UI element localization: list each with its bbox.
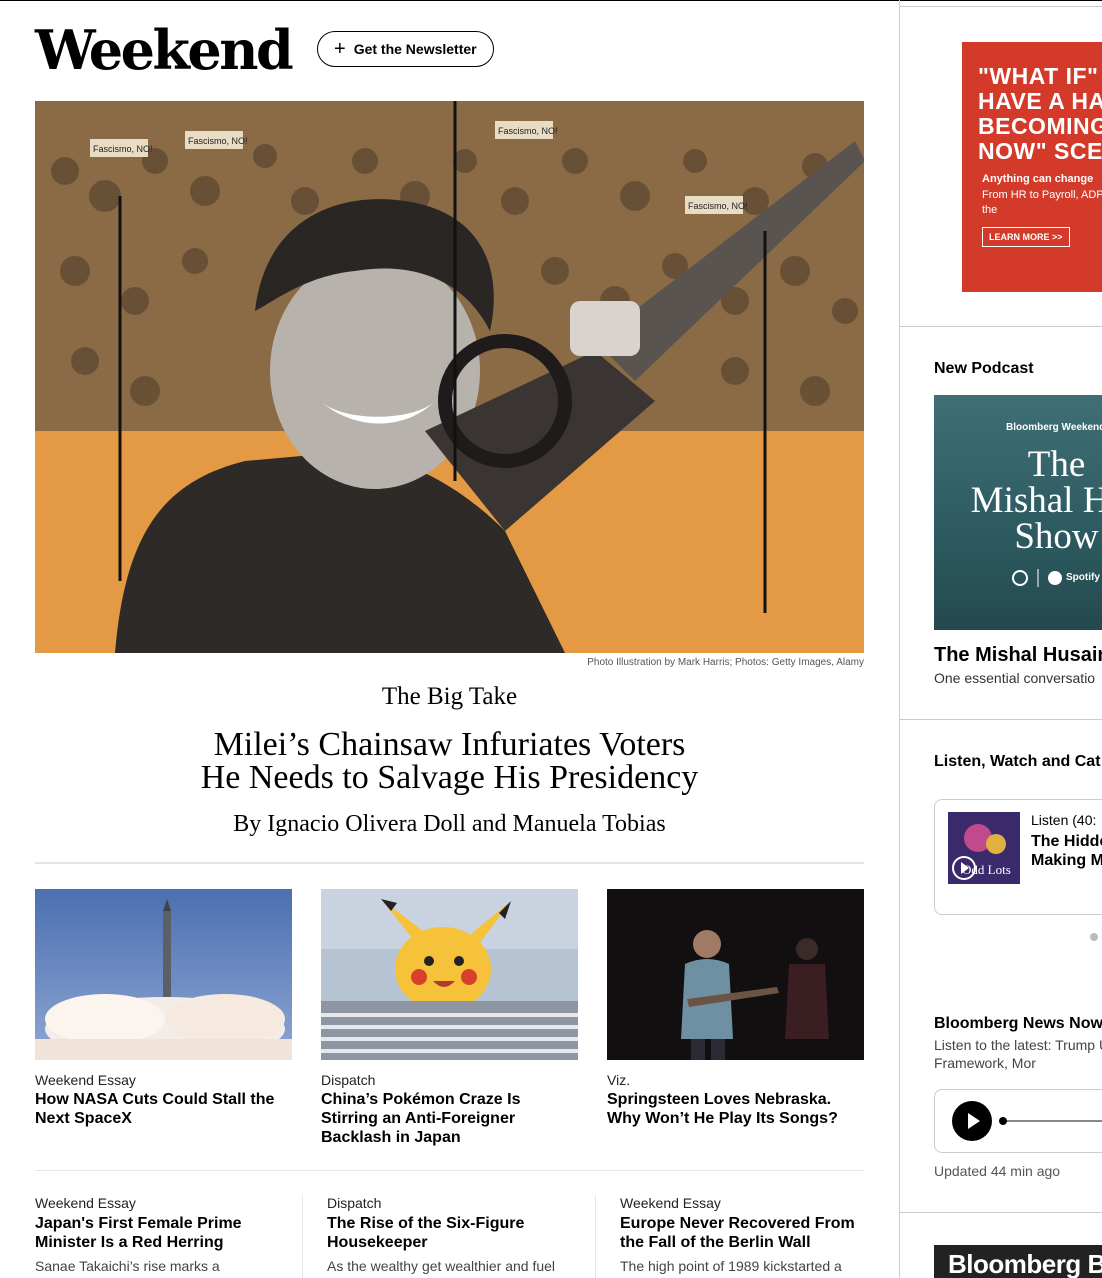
spotify-label: Spotify	[1066, 572, 1100, 583]
story-title[interactable]: Europe Never Recovered From the Fall of …	[620, 1214, 865, 1252]
media-card[interactable]: Odd Lots Listen (40: The Hidde Making M	[934, 799, 1102, 915]
bloomberg-banner[interactable]: Bloomberg B	[934, 1245, 1102, 1278]
story-card[interactable]: Dispatch China’s Pokémon Craze Is Stirri…	[321, 889, 578, 1147]
apple-podcasts-icon	[1012, 570, 1028, 586]
story-title[interactable]: The Rise of the Six-Figure Housekeeper	[327, 1214, 572, 1252]
rail-divider	[900, 326, 1102, 327]
media-title-line: Making M	[1031, 852, 1102, 869]
story-thumbnail-springsteen[interactable]	[607, 889, 864, 1060]
story-kicker[interactable]: Viz.	[607, 1072, 864, 1088]
story-dek: The high point of 1989 kickstarted a	[620, 1258, 842, 1274]
media-duration: Listen (40:	[1031, 812, 1097, 828]
ad-learn-more-button[interactable]: LEARN MORE >>	[982, 227, 1070, 247]
story-kicker[interactable]: Dispatch	[321, 1072, 578, 1088]
story-item[interactable]: Dispatch The Rise of the Six-Figure Hous…	[327, 1195, 572, 1275]
story-thumbnail-pikachu[interactable]	[321, 889, 578, 1060]
concert-photo-image	[607, 889, 864, 1060]
bloomberg-banner-text: Bloomberg B	[948, 1249, 1102, 1278]
story-title[interactable]: Japan's First Female Prime Minister Is a…	[35, 1214, 280, 1252]
ad-headline-line: BECOMING	[978, 113, 1102, 139]
brand-row: Weekend + Get the Newsletter	[35, 22, 864, 82]
story-kicker[interactable]: Weekend Essay	[620, 1195, 865, 1211]
story-item[interactable]: Weekend Essay Europe Never Recovered Fro…	[620, 1195, 865, 1275]
protest-sign-text: Fascismo, NO!	[188, 136, 248, 146]
section-divider	[35, 862, 864, 864]
rail-divider	[900, 1212, 1102, 1213]
story-kicker[interactable]: Weekend Essay	[35, 1195, 280, 1211]
ad-headline-line: NOW" SCE	[978, 138, 1102, 164]
carousel-dot[interactable]	[1090, 933, 1098, 941]
story-title[interactable]: How NASA Cuts Could Stall the Next Space…	[35, 1090, 292, 1128]
podcast-cover[interactable]: Bloomberg Weekend The Mishal Hus Show Sp…	[934, 395, 1102, 630]
story-card[interactable]: Viz. Springsteen Loves Nebraska. Why Won…	[607, 889, 864, 1128]
news-now-description: Listen to the latest: Trump Up Trade Fra…	[934, 1037, 1102, 1071]
ad-subhead: Anything can change	[982, 173, 1094, 185]
story-dek: Sanae Takaichi’s rise marks a	[35, 1258, 220, 1274]
ad-body: From HR to Payroll, ADP solutions to tak…	[982, 189, 1102, 216]
plus-icon: +	[334, 38, 346, 60]
weekend-logo[interactable]: Weekend	[35, 22, 294, 78]
podcast-title[interactable]: The Mishal Husain	[934, 644, 1102, 667]
story-item[interactable]: Weekend Essay Japan's First Female Prime…	[35, 1195, 280, 1275]
ad-headline: "WHAT IF" HAVE A HA BECOMING NOW" SCE	[978, 64, 1102, 164]
story-thumbnail-rocket[interactable]	[35, 889, 292, 1060]
section-divider	[35, 1170, 864, 1171]
hero-byline: By Ignacio Olivera Doll and Manuela Tobi…	[233, 811, 666, 837]
column-separator	[302, 1195, 303, 1278]
story-title[interactable]: China’s Pokémon Craze Is Stirring an Ant…	[321, 1090, 578, 1147]
protest-sign-text: Fascismo, NO!	[688, 201, 748, 211]
spotify-icon	[1048, 571, 1062, 585]
story-title[interactable]: Springsteen Loves Nebraska. Why Won’t He…	[607, 1090, 864, 1128]
story-kicker[interactable]: Weekend Essay	[35, 1072, 292, 1088]
odd-lots-artwork: Odd Lots	[948, 812, 1020, 884]
section-label[interactable]: The Big Take	[35, 683, 864, 711]
hero-headline-line: Milei’s Chainsaw Infuriates Voters	[213, 726, 686, 763]
hero-headline[interactable]: Milei’s Chainsaw Infuriates Voters He Ne…	[35, 726, 864, 796]
progress-track[interactable]	[1003, 1120, 1102, 1122]
rail-divider	[900, 6, 1102, 7]
get-newsletter-button[interactable]: + Get the Newsletter	[317, 31, 494, 67]
podcast-description: One essential conversatio	[934, 670, 1096, 686]
pikachu-balloon-image	[321, 889, 578, 1060]
protest-sign-text: Fascismo, NO!	[93, 144, 153, 154]
hero-headline-line: He Needs to Salvage His Presidency	[200, 759, 699, 796]
play-button[interactable]	[952, 1101, 992, 1141]
news-now-heading[interactable]: Bloomberg News Now	[934, 1015, 1102, 1033]
listen-watch-heading: Listen, Watch and Cat	[934, 753, 1101, 770]
rail-divider	[900, 719, 1102, 720]
audio-player	[934, 1089, 1102, 1153]
advertisement[interactable]: "WHAT IF" HAVE A HA BECOMING NOW" SCE An…	[962, 42, 1102, 292]
ad-headline-line: HAVE A HA	[978, 88, 1102, 114]
new-podcast-heading: New Podcast	[934, 360, 1034, 377]
progress-handle[interactable]	[999, 1117, 1007, 1125]
story-card[interactable]: Weekend Essay How NASA Cuts Could Stall …	[35, 889, 292, 1128]
media-title[interactable]: The Hidde Making M	[1031, 832, 1102, 870]
rocket-launch-image	[35, 889, 292, 1060]
column-separator	[595, 1195, 596, 1278]
hero-image[interactable]: Fascismo, NO! Fascismo, NO! Fascismo, NO…	[35, 101, 864, 653]
hero-photo-credit: Photo Illustration by Mark Harris; Photo…	[587, 657, 864, 668]
podcast-platform-icons	[1012, 569, 1062, 587]
protest-sign-text: Fascismo, NO!	[498, 126, 558, 136]
story-dek: As the wealthy get wealthier and fuel	[327, 1258, 556, 1274]
updated-timestamp: Updated 44 min ago	[934, 1163, 1061, 1179]
right-rail: "WHAT IF" HAVE A HA BECOMING NOW" SCE An…	[900, 0, 1102, 1278]
hero-illustration: Fascismo, NO! Fascismo, NO! Fascismo, NO…	[35, 101, 864, 653]
media-title-line: The Hidde	[1031, 833, 1102, 850]
ad-headline-line: "WHAT IF"	[978, 63, 1099, 89]
odd-lots-label: Odd Lots	[962, 862, 1011, 877]
story-kicker[interactable]: Dispatch	[327, 1195, 572, 1211]
newsletter-button-label: Get the Newsletter	[353, 41, 477, 57]
